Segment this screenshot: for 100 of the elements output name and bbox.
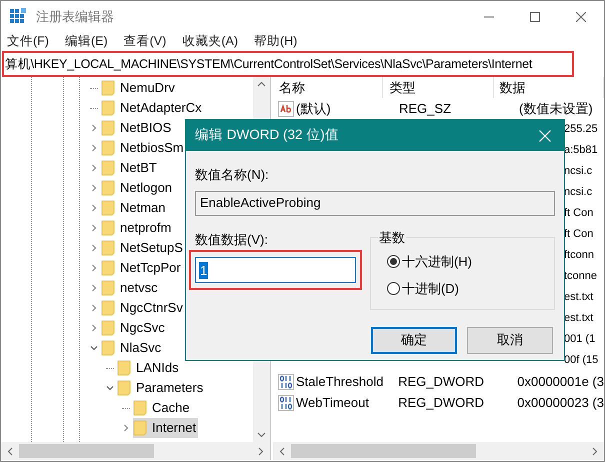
scroll-left-icon[interactable] [7, 446, 13, 456]
folder-icon [133, 400, 148, 416]
folder-icon [117, 380, 132, 396]
tree-node-label: NetAdapterCx [120, 99, 202, 118]
folder-icon [101, 340, 116, 356]
chevron-right-icon[interactable] [90, 304, 98, 312]
radio-button[interactable] [386, 282, 400, 296]
folder-icon [101, 80, 116, 96]
tree-node[interactable]: NetBIOS [101, 118, 174, 138]
scroll-thumb[interactable] [19, 444, 154, 458]
value-data: ncsi.c [564, 164, 592, 180]
radio-label[interactable]: 十六进制(H) [402, 252, 472, 271]
chevron-right-icon[interactable] [90, 204, 98, 212]
tree-node[interactable]: Internet [133, 418, 198, 438]
chevron-right-icon[interactable] [90, 144, 98, 152]
tree-node[interactable]: Parameters [117, 378, 206, 398]
tree-node[interactable]: NlaSvc [101, 338, 164, 358]
chevron-down-icon[interactable] [90, 344, 98, 352]
horizontal-scrollbar[interactable] [273, 442, 604, 460]
menu-item[interactable]: 文件(F) [7, 32, 49, 51]
value-data: 001 (1 [564, 332, 596, 348]
tree-node-label: Internet [152, 419, 196, 438]
tree-node[interactable]: Netman [101, 198, 168, 218]
folder-icon [101, 220, 116, 236]
scroll-thumb[interactable] [291, 444, 476, 458]
column-header[interactable]: 数据 [494, 77, 604, 98]
folder-icon [101, 300, 116, 316]
chevron-right-icon[interactable] [90, 324, 98, 332]
value-data: est.txt [564, 311, 594, 326]
menu-item[interactable]: 查看(V) [124, 32, 166, 51]
chevron-right-icon[interactable] [90, 164, 98, 172]
folder-icon [101, 160, 116, 176]
folder-icon [101, 320, 116, 336]
scroll-up-icon[interactable] [257, 81, 266, 87]
folder-icon [101, 120, 116, 136]
radio-label[interactable]: 十进制(D) [402, 279, 460, 298]
tree-node-label: NgcSvc [120, 319, 165, 338]
value-name-field[interactable]: EnableActiveProbing [195, 190, 555, 216]
dialog-button[interactable]: 取消 [467, 326, 553, 354]
tree-node[interactable]: NetbiosSm [101, 138, 186, 158]
chevron-right-icon[interactable] [90, 264, 98, 272]
tree-node[interactable]: netprofm [101, 218, 174, 238]
folder-icon [101, 100, 116, 116]
tree-node[interactable]: Netlogon [101, 178, 174, 198]
minimize-icon [484, 16, 494, 18]
chevron-right-icon[interactable] [90, 184, 98, 192]
scroll-left-icon[interactable] [279, 446, 285, 456]
value-data-field[interactable]: 1 [195, 257, 356, 283]
tree-node[interactable]: NemuDrv [101, 78, 177, 98]
folder-icon [101, 140, 116, 156]
binary-value-icon [278, 394, 294, 410]
registry-app-icon [9, 8, 27, 26]
tree-node-label: NetBT [120, 159, 157, 178]
chevron-right-icon[interactable] [90, 244, 98, 252]
tree-node[interactable]: netvsc [101, 278, 160, 298]
binary-value-icon [278, 374, 294, 390]
menu-item[interactable]: 帮助(H) [254, 32, 298, 51]
chevron-right-icon[interactable] [90, 224, 98, 232]
chevron-right-icon[interactable] [90, 284, 98, 292]
scroll-right-icon[interactable] [258, 446, 264, 456]
selected-text: 1 [199, 262, 208, 278]
tree-node-label: NgcCtnrSv [120, 299, 183, 318]
value-data: tconne [564, 269, 598, 284]
folder-icon [101, 200, 116, 216]
horizontal-scrollbar[interactable] [1, 442, 270, 460]
value-data: ft Con [564, 227, 594, 242]
radio-button[interactable] [386, 254, 400, 268]
menu-item[interactable]: 编辑(E) [64, 32, 108, 51]
scroll-right-icon[interactable] [592, 446, 598, 456]
tree-node[interactable]: NetSetupS [101, 238, 185, 258]
tree-node-label: NetSetupS [120, 239, 183, 258]
tree-node[interactable]: Cache [133, 398, 192, 418]
dialog-button[interactable]: 确定 [371, 326, 457, 354]
tree-node[interactable]: NetAdapterCx [101, 98, 204, 118]
value-type: REG_SZ [398, 100, 452, 118]
tree-node[interactable]: LANIds [117, 358, 181, 378]
value-data: ftconn [564, 248, 594, 264]
tree-node[interactable]: NetBT [101, 158, 159, 178]
column-header[interactable]: 类型 [383, 77, 494, 98]
tree-node[interactable]: NetTcpPor [101, 258, 183, 278]
value-name: (默认) [296, 100, 331, 118]
tree-node-label: NetBIOS [120, 119, 172, 138]
scroll-down-icon[interactable] [257, 432, 266, 438]
tree-node-label: Parameters [136, 379, 204, 398]
value-data: 00f (15 [564, 353, 598, 368]
value-type: REG_DWORD [397, 372, 486, 391]
tree-node[interactable]: NgcCtnrSv [101, 298, 185, 318]
maximize-icon [530, 12, 540, 22]
tree-node[interactable]: NgcSvc [101, 318, 167, 338]
tree-node-label: netprofm [120, 219, 172, 238]
value-data: 0x0000001e (3 [516, 372, 604, 391]
chevron-right-icon[interactable] [90, 124, 98, 132]
column-header[interactable]: 名称 [273, 77, 384, 98]
chevron-right-icon[interactable] [122, 424, 130, 432]
folder-icon [133, 420, 148, 436]
address-bar[interactable]: 算机\HKEY_LOCAL_MACHINE\SYSTEM\CurrentControlSet\Services\NlaSvc\Parameters\Internet [2, 51, 574, 77]
string-value-icon [278, 100, 294, 116]
chevron-down-icon[interactable] [106, 384, 114, 392]
menu-item[interactable]: 收藏夹(A) [182, 32, 238, 51]
window-title: 注册表编辑器 [36, 8, 114, 26]
